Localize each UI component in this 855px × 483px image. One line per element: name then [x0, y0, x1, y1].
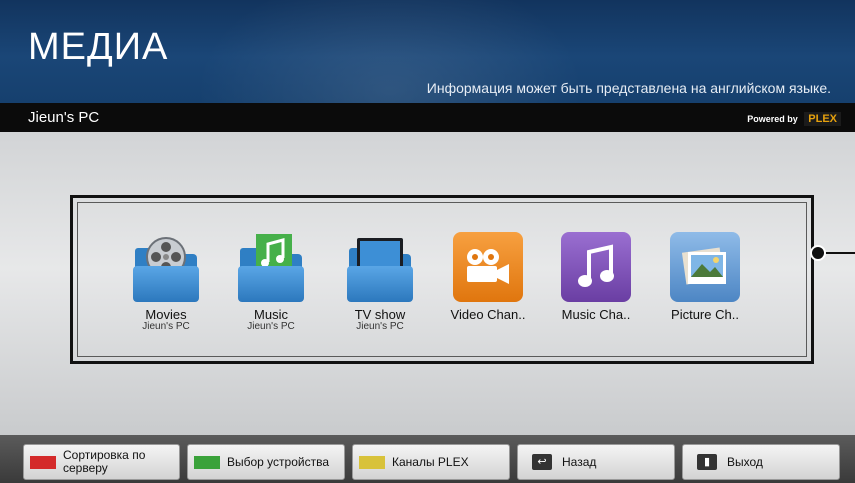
tile-sublabel: Jieun's PC — [247, 321, 295, 332]
info-text: Информация может быть представлена на ан… — [426, 80, 831, 96]
powered-by-label: Powered by — [747, 114, 798, 124]
music-folder-icon — [236, 232, 306, 302]
footer-bar: Сортировка по серверу Выбор устройства К… — [0, 435, 855, 483]
exit-door-icon: ▮ — [697, 454, 717, 470]
plex-channels-label: Каналы PLEX — [392, 454, 469, 469]
back-arrow-icon: ↩ — [532, 454, 552, 470]
source-bar: Jieun's PC Powered by PLEX — [0, 103, 855, 132]
tile-picture-channels[interactable]: Picture Ch.. — [659, 232, 751, 321]
device-select-button[interactable]: Выбор устройства — [187, 444, 345, 480]
movies-folder-icon — [131, 232, 201, 302]
header: МЕДИА Информация может быть представлена… — [0, 0, 855, 103]
tile-sublabel: Jieun's PC — [356, 321, 404, 332]
tile-label: TV show — [354, 307, 406, 322]
red-key-icon — [30, 455, 56, 469]
tile-music[interactable]: Music Jieun's PC — [225, 232, 317, 332]
pc-name: Jieun's PC — [28, 109, 100, 126]
tile-label: Picture Ch.. — [671, 307, 739, 322]
plex-logo: PLEX — [804, 112, 841, 126]
tile-label: Video Chan.. — [450, 307, 526, 322]
exit-button[interactable]: ▮ Выход — [682, 444, 840, 480]
yellow-key-icon — [359, 455, 385, 469]
video-camera-icon — [453, 232, 523, 302]
tile-label: Movies — [145, 307, 187, 322]
page-title: МЕДИА — [28, 26, 169, 68]
exit-label: Выход — [727, 454, 763, 469]
sort-by-server-label: Сортировка по серверу — [63, 448, 146, 475]
green-key-icon — [194, 455, 220, 469]
tile-music-channels[interactable]: Music Cha.. — [550, 232, 642, 321]
back-button[interactable]: ↩ Назад — [517, 444, 675, 480]
tile-video-channels[interactable]: Video Chan.. — [442, 232, 534, 321]
tile-movies[interactable]: Movies Jieun's PC — [120, 232, 212, 332]
back-label: Назад — [562, 454, 597, 469]
device-select-label: Выбор устройства — [227, 454, 330, 469]
plex-channels-button[interactable]: Каналы PLEX — [352, 444, 510, 480]
tile-tv-show[interactable]: TV show Jieun's PC — [334, 232, 426, 332]
tile-sublabel: Jieun's PC — [142, 321, 190, 332]
tile-label: Music — [254, 307, 288, 322]
content-area: Movies Jieun's PC Music Jieun's PC TV sh… — [0, 132, 855, 435]
picture-icon — [670, 232, 740, 302]
sort-by-server-button[interactable]: Сортировка по серверу — [23, 444, 180, 480]
tile-label: Music Cha.. — [561, 307, 631, 322]
callout-dot — [810, 245, 826, 261]
tv-folder-icon — [345, 232, 415, 302]
music-note-icon — [561, 232, 631, 302]
powered-by-plex: Powered by PLEX — [747, 112, 841, 126]
